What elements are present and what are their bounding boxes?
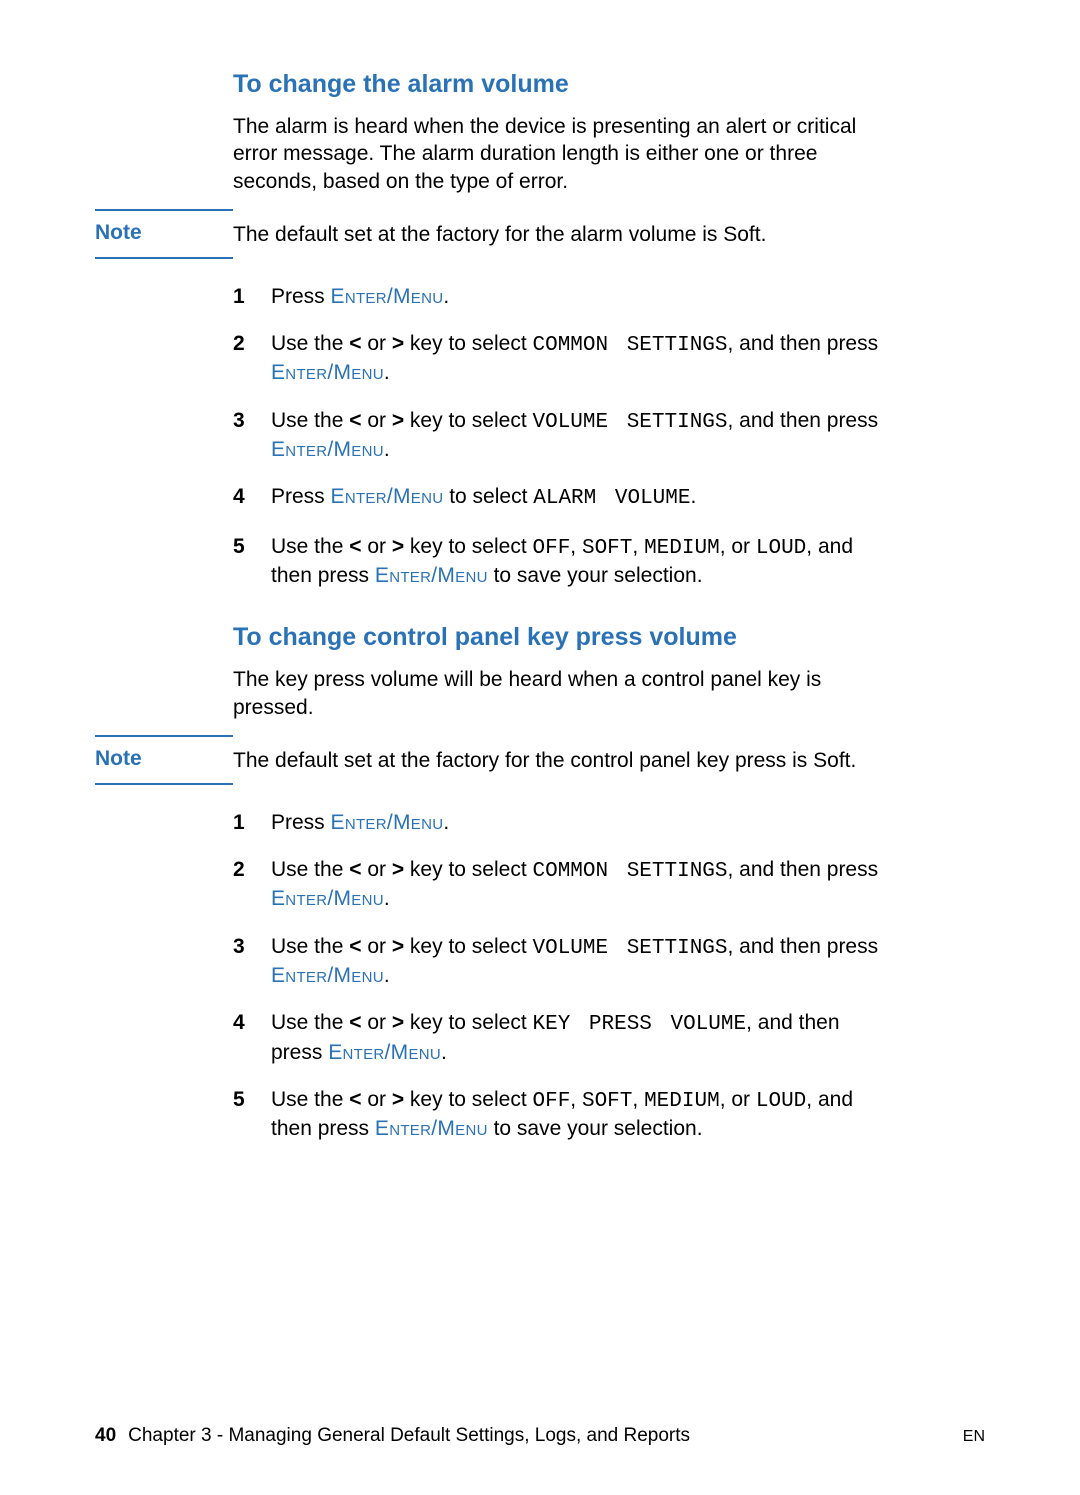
greater-than-key: > <box>392 332 404 355</box>
less-than-key: < <box>349 1011 361 1034</box>
enter-menu: Enter/Menu <box>271 964 384 987</box>
less-than-key: < <box>349 409 361 432</box>
display-code: VOLUME SETTINGS <box>532 411 727 434</box>
less-than-key: < <box>349 535 361 558</box>
display-code: OFF <box>532 1090 570 1113</box>
step: Press Enter/Menu to select ALARM VOLUME. <box>233 483 893 512</box>
section1-heading: To change the alarm volume <box>233 70 985 99</box>
step: Use the < or > key to select COMMON SETT… <box>233 330 893 387</box>
less-than-key: < <box>349 332 361 355</box>
step: Use the < or > key to select COMMON SETT… <box>233 856 893 913</box>
section2-steps: Press Enter/Menu. Use the < or > key to … <box>233 809 893 1143</box>
greater-than-key: > <box>392 535 404 558</box>
display-code: LOUD <box>756 537 806 560</box>
enter-menu: Enter/Menu <box>331 811 444 834</box>
note-text: The default set at the factory for the a… <box>233 221 766 248</box>
greater-than-key: > <box>392 1088 404 1111</box>
display-code: ALARM VOLUME <box>533 487 690 510</box>
enter-menu: Enter/Menu <box>271 438 384 461</box>
step: Use the < or > key to select VOLUME SETT… <box>233 407 893 464</box>
display-code: VOLUME SETTINGS <box>532 937 727 960</box>
enter-menu: Enter/Menu <box>271 887 384 910</box>
display-code: MEDIUM <box>644 537 720 560</box>
enter-menu: Enter/Menu <box>375 1117 488 1140</box>
chapter-title: Chapter 3 - Managing General Default Set… <box>128 1425 963 1447</box>
display-code: LOUD <box>756 1090 806 1113</box>
section2-note: Note The default set at the factory for … <box>95 747 985 785</box>
enter-menu: Enter/Menu <box>271 361 384 384</box>
enter-menu: Enter/Menu <box>331 485 444 508</box>
greater-than-key: > <box>392 1011 404 1034</box>
language-code: EN <box>963 1428 985 1446</box>
greater-than-key: > <box>392 409 404 432</box>
enter-menu: Enter/Menu <box>375 564 488 587</box>
display-code: SOFT <box>582 1090 632 1113</box>
note-text: The default set at the factory for the c… <box>233 747 856 774</box>
step: Press Enter/Menu. <box>233 809 893 836</box>
section1-steps: Press Enter/Menu. Use the < or > key to … <box>233 283 893 589</box>
display-code: OFF <box>532 537 570 560</box>
display-code: MEDIUM <box>644 1090 720 1113</box>
section1-intro: The alarm is heard when the device is pr… <box>233 113 893 195</box>
greater-than-key: > <box>392 935 404 958</box>
greater-than-key: > <box>392 858 404 881</box>
section2-heading: To change control panel key press volume <box>233 623 985 652</box>
less-than-key: < <box>349 1088 361 1111</box>
page-footer: 40 Chapter 3 - Managing General Default … <box>95 1425 985 1447</box>
display-code: COMMON SETTINGS <box>532 334 727 357</box>
step: Use the < or > key to select OFF, SOFT, … <box>233 1086 893 1143</box>
less-than-key: < <box>349 858 361 881</box>
section2-intro: The key press volume will be heard when … <box>233 666 893 721</box>
page-number: 40 <box>95 1425 116 1447</box>
step: Use the < or > key to select OFF, SOFT, … <box>233 533 893 590</box>
step: Use the < or > key to select KEY PRESS V… <box>233 1009 893 1066</box>
enter-menu: Enter/Menu <box>331 285 444 308</box>
display-code: KEY PRESS VOLUME <box>532 1013 746 1036</box>
display-code: SOFT <box>582 537 632 560</box>
section1-note: Note The default set at the factory for … <box>95 221 985 259</box>
note-label: Note <box>95 209 233 259</box>
display-code: COMMON SETTINGS <box>532 860 727 883</box>
step: Use the < or > key to select VOLUME SETT… <box>233 933 893 990</box>
less-than-key: < <box>349 935 361 958</box>
enter-menu: Enter/Menu <box>328 1041 441 1064</box>
note-label: Note <box>95 735 233 785</box>
step: Press Enter/Menu. <box>233 283 893 310</box>
